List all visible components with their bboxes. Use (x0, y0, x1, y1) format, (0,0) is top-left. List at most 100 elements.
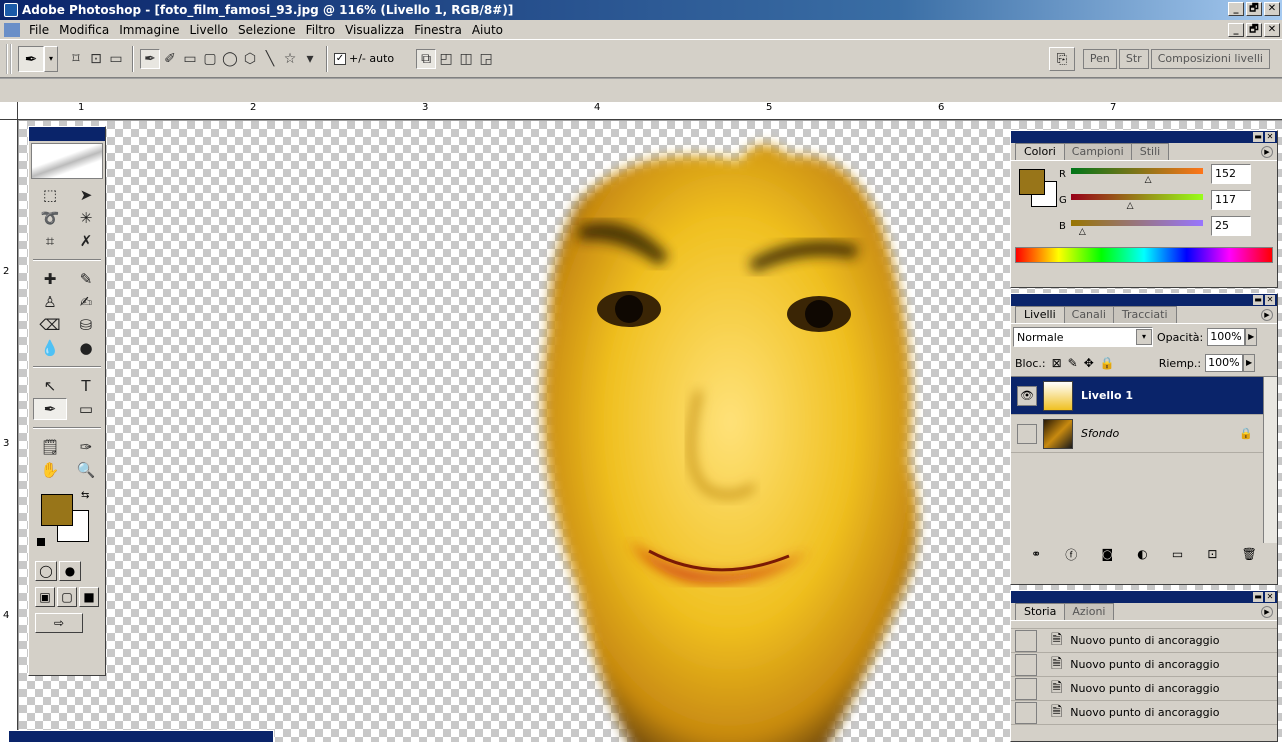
tab-livelli[interactable]: Livelli (1015, 306, 1065, 323)
standard-screen-mode-icon[interactable]: ▣ (35, 587, 55, 607)
well-tab-strumenti[interactable]: Str (1118, 49, 1149, 69)
history-snapshot-box[interactable] (1015, 629, 1037, 652)
eyedropper-tool-icon[interactable]: ✑ (69, 436, 103, 458)
adjustment-layer-icon[interactable]: ◐ (1137, 547, 1147, 561)
shape-dropdown-icon[interactable]: ▾ (300, 49, 320, 69)
layers-panel-titlebar[interactable]: ▬ ✕ (1011, 294, 1277, 306)
swap-colors-icon[interactable]: ⇆ (81, 490, 89, 501)
tab-storia[interactable]: Storia (1015, 603, 1066, 620)
auto-add-delete-checkbox[interactable]: ✓ (334, 52, 346, 65)
new-group-icon[interactable]: ▭ (1172, 547, 1183, 561)
crop-tool-icon[interactable]: ⌗ (33, 230, 67, 252)
pen-tool-icon[interactable]: ✒ (140, 48, 160, 69)
tab-canali[interactable]: Canali (1062, 306, 1115, 323)
layer-name[interactable]: Livello 1 (1081, 389, 1133, 402)
layer-style-icon[interactable]: ⓕ (1065, 546, 1077, 563)
doc-close-button[interactable]: ✕ (1264, 23, 1280, 37)
layer-visibility-box[interactable] (1017, 423, 1037, 444)
layer-row[interactable]: 👁 Livello 1 (1011, 377, 1277, 415)
default-colors-icon[interactable] (37, 538, 45, 546)
menu-aiuto[interactable]: Aiuto (467, 23, 508, 37)
exclude-area-icon[interactable]: ◲ (476, 49, 496, 69)
menu-file[interactable]: File (24, 23, 54, 37)
panel-close-icon[interactable]: ✕ (1265, 132, 1275, 142)
layer-name[interactable]: Sfondo (1081, 427, 1119, 440)
dodge-tool-icon[interactable]: ● (69, 337, 103, 359)
paint-bucket-tool-icon[interactable]: ⛁ (69, 314, 103, 336)
layer-row[interactable]: Sfondo 🔒 (1011, 415, 1277, 453)
fill-field[interactable]: 100% (1205, 354, 1244, 372)
shape-tool-icon[interactable]: ▭ (69, 398, 103, 420)
color-fg-swatch[interactable] (1019, 169, 1045, 195)
magic-wand-tool-icon[interactable]: ✳ (69, 207, 103, 229)
menu-livello[interactable]: Livello (184, 23, 233, 37)
jump-to-imageready-icon[interactable]: ⇨ (35, 613, 83, 633)
freeform-pen-icon[interactable]: ✐ (160, 49, 180, 69)
lock-all-icon[interactable]: 🔒 (1100, 356, 1115, 370)
menu-filtro[interactable]: Filtro (301, 23, 340, 37)
toolbox-titlebar[interactable] (29, 127, 105, 141)
doc-restore-button[interactable]: 🗗 (1246, 23, 1262, 37)
eraser-tool-icon[interactable]: ⌫ (33, 314, 67, 336)
standard-mode-icon[interactable]: ◯ (35, 561, 57, 581)
healing-brush-tool-icon[interactable]: ✚ (33, 268, 67, 290)
horizontal-ruler[interactable]: 1 2 3 4 5 6 7 (0, 102, 1282, 120)
panel-minimize-icon[interactable]: ▬ (1253, 132, 1263, 142)
red-slider[interactable]: △ (1071, 164, 1203, 185)
notes-tool-icon[interactable]: 🗒 (33, 436, 67, 458)
layer-mask-icon[interactable]: ◙ (1101, 547, 1113, 561)
color-ramp[interactable] (1015, 247, 1273, 263)
menu-modifica[interactable]: Modifica (54, 23, 114, 37)
well-tab-pennelli[interactable]: Pen (1082, 49, 1117, 69)
blur-tool-icon[interactable]: 💧 (33, 337, 67, 359)
intersect-area-icon[interactable]: ◫ (456, 49, 476, 69)
history-item[interactable]: 🗎 Nuovo punto di ancoraggio (1011, 677, 1277, 701)
hand-tool-icon[interactable]: ✋ (33, 459, 67, 481)
ruler-corner[interactable] (0, 102, 18, 119)
full-screen-menu-mode-icon[interactable]: ▢ (57, 587, 77, 607)
panel-menu-icon[interactable]: ▶ (1261, 606, 1273, 618)
history-snapshot-box[interactable] (1015, 701, 1037, 724)
red-value-field[interactable]: 152 (1211, 164, 1251, 184)
well-tab-composizioni[interactable]: Composizioni livelli (1150, 49, 1270, 69)
panel-minimize-icon[interactable]: ▬ (1253, 295, 1263, 305)
adobe-feather-icon[interactable] (31, 143, 103, 179)
fill-arrow-icon[interactable]: ▶ (1243, 354, 1256, 372)
panel-menu-icon[interactable]: ▶ (1261, 309, 1273, 321)
link-layers-icon[interactable]: ⚭ (1031, 547, 1041, 561)
marquee-tool-icon[interactable]: ⬚ (33, 184, 67, 206)
opacity-field[interactable]: 100% (1207, 328, 1246, 346)
blend-mode-select[interactable]: Normale ▾ (1013, 327, 1153, 347)
green-value-field[interactable]: 117 (1211, 190, 1251, 210)
history-snapshot-box[interactable] (1015, 677, 1037, 700)
navigator-panel-titlebar[interactable] (9, 731, 273, 742)
blue-slider-thumb[interactable]: △ (1079, 227, 1086, 237)
menu-selezione[interactable]: Selezione (233, 23, 301, 37)
rectangle-icon[interactable]: ▭ (180, 49, 200, 69)
colors-panel-titlebar[interactable]: ▬ ✕ (1011, 131, 1277, 143)
doc-minimize-button[interactable]: _ (1228, 23, 1244, 37)
history-snapshot-box[interactable] (1015, 653, 1037, 676)
menu-finestra[interactable]: Finestra (409, 23, 467, 37)
blend-dropdown-icon[interactable]: ▾ (1136, 329, 1152, 345)
path-selection-tool-icon[interactable]: ↖ (33, 375, 67, 397)
zoom-tool-icon[interactable]: 🔍 (69, 459, 103, 481)
lock-transparency-icon[interactable]: ⊠ (1052, 356, 1062, 370)
panel-close-icon[interactable]: ✕ (1265, 592, 1275, 602)
vertical-ruler[interactable]: 2 3 4 (0, 120, 18, 742)
history-item[interactable]: 🗎 Nuovo punto di ancoraggio (1011, 629, 1277, 653)
pen-tool-box-icon[interactable]: ✒ (33, 398, 67, 420)
lasso-tool-icon[interactable]: ➰ (33, 207, 67, 229)
fill-pixels-icon[interactable]: ▭ (106, 49, 126, 69)
blue-slider[interactable]: △ (1071, 216, 1203, 237)
clone-stamp-tool-icon[interactable]: ♙ (33, 291, 67, 313)
delete-layer-icon[interactable]: 🗑 (1242, 547, 1257, 561)
tool-preset-pen-icon[interactable]: ✒ (18, 45, 44, 72)
brush-tool-icon[interactable]: ✎ (69, 268, 103, 290)
layers-scrollbar[interactable] (1263, 377, 1277, 543)
new-layer-icon[interactable]: ⊡ (1207, 547, 1217, 561)
history-panel-titlebar[interactable]: ▬ ✕ (1011, 591, 1277, 603)
slice-tool-icon[interactable]: ✗ (69, 230, 103, 252)
lock-position-icon[interactable]: ✥ (1084, 356, 1094, 370)
line-icon[interactable]: ╲ (260, 49, 280, 69)
